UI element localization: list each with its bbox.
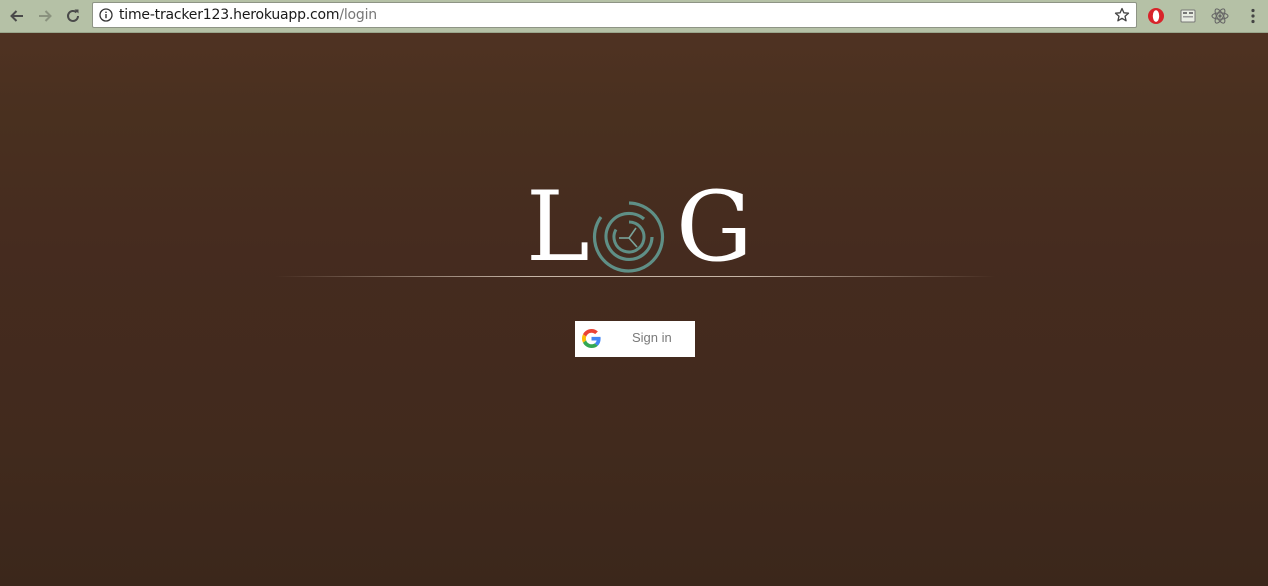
clock-logo-icon <box>592 201 665 273</box>
logo-letter-l: L <box>526 171 590 283</box>
login-page: L G Sign in <box>0 33 1268 586</box>
reload-icon <box>67 9 79 22</box>
app-logo: L G <box>526 179 753 279</box>
back-button[interactable] <box>5 4 29 28</box>
info-icon[interactable] <box>99 8 113 22</box>
opera-icon[interactable] <box>1146 6 1166 26</box>
reload-button[interactable] <box>61 4 85 28</box>
logo-letter-g: G <box>676 171 753 283</box>
divider-line <box>275 276 995 277</box>
address-bar[interactable]: time-tracker123.herokuapp.com/login <box>92 2 1137 28</box>
google-g-icon <box>582 329 601 348</box>
url-path: /login <box>339 7 377 23</box>
forward-button[interactable] <box>33 4 57 28</box>
forward-arrow-icon <box>39 10 52 22</box>
star-icon[interactable] <box>1114 7 1130 23</box>
google-sign-in-button[interactable]: Sign in <box>575 321 695 357</box>
url-host: time-tracker123.herokuapp.com <box>119 7 340 23</box>
extension-icon[interactable] <box>1178 6 1198 26</box>
react-icon[interactable] <box>1210 6 1230 26</box>
browser-toolbar: time-tracker123.herokuapp.com/login <box>0 0 1268 33</box>
back-arrow-icon <box>10 10 23 22</box>
url-text[interactable]: time-tracker123.herokuapp.com/login <box>119 7 377 24</box>
kebab-menu-icon[interactable] <box>1243 6 1263 26</box>
sign-in-label: Sign in <box>632 330 672 345</box>
